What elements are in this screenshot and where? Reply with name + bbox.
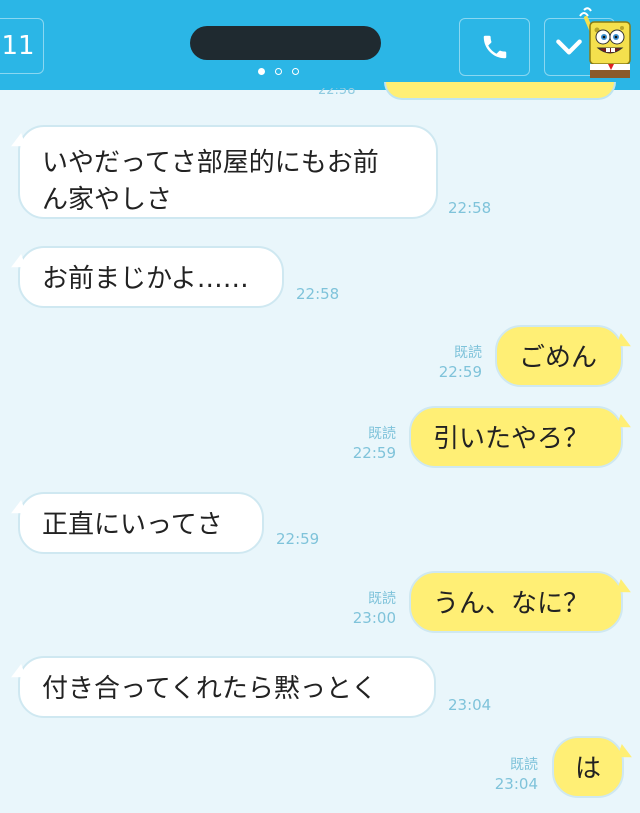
phone-icon — [483, 35, 506, 59]
incoming-message-bubble[interactable]: 付き合ってくれたら黙っとく — [18, 656, 436, 718]
previous-message-bubble — [384, 82, 616, 100]
message-meta: 既読 23:04 — [482, 755, 538, 793]
outgoing-message-bubble[interactable]: 引いたやろ？ — [409, 406, 623, 468]
previous-message-time: 22:58 — [318, 88, 355, 94]
read-receipt: 既読 — [368, 591, 396, 607]
incoming-message-bubble[interactable]: いやだってさ部屋的にもお前 ん家やしさ — [18, 125, 438, 219]
message-time: 23:00 — [352, 609, 396, 627]
unread-count: 11 — [1, 31, 35, 61]
message-time: 22:59 — [352, 444, 396, 462]
message-meta: 既読 23:00 — [340, 589, 396, 627]
outgoing-message-bubble[interactable]: は — [552, 736, 624, 798]
message-time: 22:59 — [276, 530, 320, 548]
chat-header: 11 — [0, 0, 640, 90]
message-meta: 既読 22:59 — [340, 424, 396, 462]
page-dot — [258, 68, 265, 75]
back-button[interactable]: 11 — [0, 18, 44, 74]
message-time: 22:58 — [448, 199, 492, 217]
message-time: 23:04 — [494, 775, 538, 793]
message-time: 22:59 — [438, 363, 482, 381]
outgoing-message-bubble[interactable]: うん、なに？ — [409, 571, 623, 633]
call-button[interactable] — [459, 18, 530, 76]
read-receipt: 既読 — [368, 426, 396, 442]
incoming-message-bubble[interactable]: お前まじかよ…… — [18, 246, 284, 308]
read-receipt: 既読 — [454, 345, 482, 361]
page-indicator — [258, 68, 299, 75]
sticker-character-icon — [579, 7, 631, 78]
message-time: 23:04 — [448, 696, 492, 714]
message-meta: 既読 22:59 — [426, 343, 482, 381]
message-time: 22:58 — [296, 285, 340, 303]
contact-name-redacted[interactable] — [190, 26, 381, 60]
outgoing-message-bubble[interactable]: ごめん — [495, 325, 623, 387]
page-dot — [292, 68, 299, 75]
incoming-message-bubble[interactable]: 正直にいってさ — [18, 492, 264, 554]
read-receipt: 既読 — [510, 757, 538, 773]
page-dot — [275, 68, 282, 75]
